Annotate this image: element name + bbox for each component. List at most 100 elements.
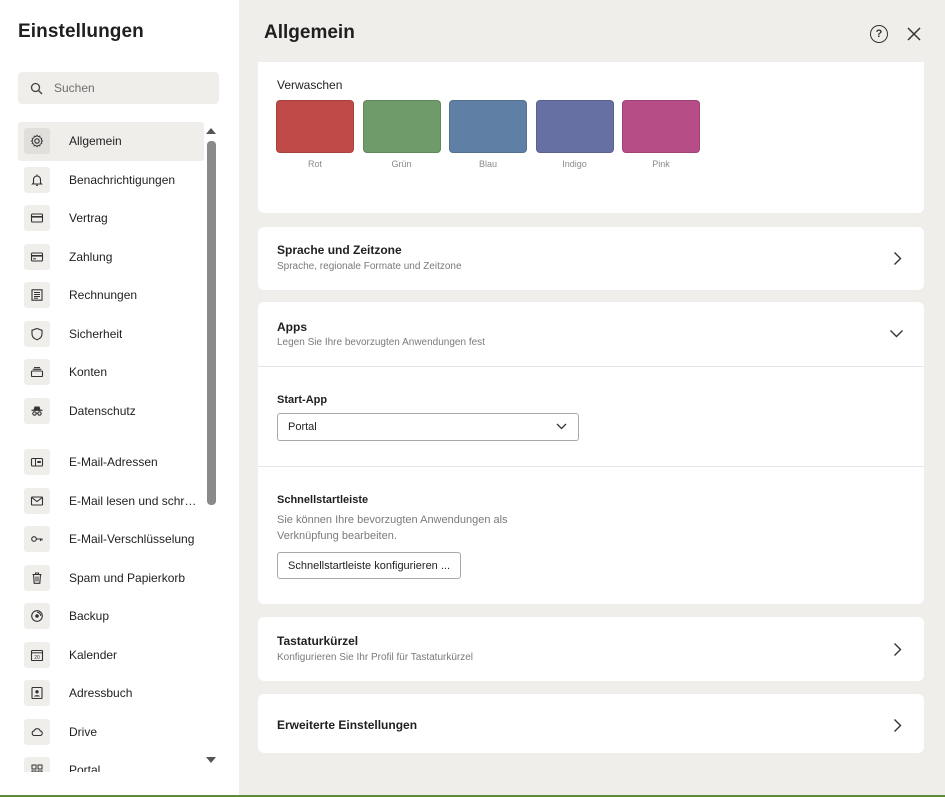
sidebar-item-spam[interactable]: Spam und Papierkorb — [18, 559, 204, 598]
start-app-select[interactable]: Portal — [277, 413, 579, 441]
swatch-color — [535, 100, 614, 153]
settings-nav: Allgemein Benachrichtigungen Vertrag Zah… — [18, 122, 204, 772]
start-app-value: Portal — [288, 421, 317, 433]
sidebar-item-allgemein[interactable]: Allgemein — [18, 122, 204, 161]
chevron-down-icon — [556, 423, 567, 430]
sidebar-item-label: Datenschutz — [69, 403, 136, 418]
chevron-down-icon[interactable] — [889, 329, 904, 338]
credit-card-icon — [24, 243, 50, 270]
sidebar-item-backup[interactable]: Backup — [18, 597, 204, 636]
sidebar: Einstellungen Allgemein Benachrichtigung… — [0, 0, 239, 795]
stack-icon — [24, 359, 50, 386]
sidebar-item-label: Backup — [69, 609, 110, 624]
sidebar-item-adressbuch[interactable]: Adressbuch — [18, 674, 204, 713]
swatch-color — [449, 100, 527, 153]
swatch-label: Blau — [478, 159, 497, 169]
trash-icon — [24, 564, 50, 591]
envelope-icon — [24, 487, 50, 514]
close-icon[interactable] — [906, 26, 922, 42]
swatch-label: Indigo — [562, 159, 587, 169]
configure-quicklaunch-button[interactable]: Schnellstartleiste konfigurieren ... — [277, 552, 462, 579]
start-app-label: Start-App — [277, 394, 328, 406]
apps-title: Apps — [277, 320, 307, 334]
swatch-label: Rot — [307, 159, 322, 169]
settings-window: Einstellungen Allgemein Benachrichtigung… — [0, 0, 945, 795]
sidebar-item-zahlung[interactable]: Zahlung — [18, 238, 204, 277]
sidebar-item-email-lesen[interactable]: E-Mail lesen und schreiben — [18, 482, 204, 521]
scroll-up-arrow[interactable] — [206, 128, 216, 134]
apps-subtitle: Legen Sie Ihre bevorzugten Anwendungen f… — [277, 337, 485, 348]
sidebar-item-rechnungen[interactable]: Rechnungen — [18, 276, 204, 315]
swatch-blau[interactable]: Blau — [449, 100, 527, 169]
sidebar-item-drive[interactable]: Drive — [18, 713, 204, 752]
help-icon[interactable]: ? — [870, 25, 888, 43]
sidebar-item-email-verschluesselung[interactable]: E-Mail-Verschlüsselung — [18, 520, 204, 559]
grid-icon — [24, 757, 50, 772]
sidebar-item-portal[interactable]: Portal — [18, 751, 204, 772]
sidebar-item-label: Adressbuch — [69, 686, 133, 701]
search-box[interactable] — [18, 72, 219, 104]
sidebar-item-vertrag[interactable]: Vertrag — [18, 199, 204, 238]
divider — [258, 466, 924, 467]
key-icon — [24, 526, 50, 553]
swatch-label: Pink — [652, 159, 670, 169]
theme-colors-card: Verwaschen Rot Grün Blau Indigo Pink — [258, 62, 924, 213]
sidebar-item-label: Sicherheit — [69, 326, 123, 341]
sidebar-item-sicherheit[interactable]: Sicherheit — [18, 315, 204, 354]
invoice-icon — [24, 282, 50, 309]
contact-book-icon — [24, 680, 50, 707]
sidebar-item-benachrichtigungen[interactable]: Benachrichtigungen — [18, 161, 204, 200]
sidebar-item-label: Portal — [69, 763, 101, 772]
chevron-right-icon — [894, 719, 902, 732]
backup-icon — [24, 603, 50, 630]
svg-text:20: 20 — [34, 655, 40, 661]
sidebar-title: Einstellungen — [18, 21, 144, 42]
row-subtitle: Sprache, regionale Formate und Zeitzone — [277, 261, 462, 272]
schnellstart-description: Sie können Ihre bevorzugten Anwendungen … — [277, 514, 508, 542]
search-icon — [30, 82, 43, 94]
row-title: Sprache und Zeitzone — [277, 243, 402, 257]
sidebar-item-label: E-Mail-Adressen — [69, 455, 158, 470]
shield-icon — [24, 320, 50, 347]
divider — [258, 366, 924, 367]
sidebar-item-label: E-Mail-Verschlüsselung — [69, 532, 195, 547]
scrollbar-thumb[interactable] — [207, 141, 216, 505]
bell-icon — [24, 166, 50, 193]
calendar-icon: 20 — [24, 641, 50, 668]
gear-icon — [24, 128, 50, 155]
schnellstart-label: Schnellstartleiste — [277, 494, 369, 506]
sidebar-item-kalender[interactable]: 20 Kalender — [18, 636, 204, 675]
chevron-right-icon — [894, 252, 902, 265]
swatch-label: Grün — [391, 159, 412, 169]
row-title: Erweiterte Einstellungen — [277, 718, 418, 732]
swatch-color — [276, 100, 354, 153]
keyboard-shortcuts-row[interactable]: Tastaturkürzel Konfigurieren Sie Ihr Pro… — [258, 617, 924, 681]
sidebar-item-label: Drive — [69, 724, 98, 739]
section-label: Verwaschen — [277, 78, 343, 92]
incognito-icon — [24, 397, 50, 424]
mailbox-icon — [24, 449, 50, 476]
sidebar-item-label: Kalender — [69, 647, 118, 662]
sidebar-item-datenschutz[interactable]: Datenschutz — [18, 392, 204, 431]
scroll-down-arrow[interactable] — [206, 757, 216, 763]
sidebar-item-label: Konten — [69, 365, 108, 380]
color-swatches: Rot Grün Blau Indigo Pink — [276, 100, 709, 169]
sidebar-item-label: Benachrichtigungen — [69, 172, 176, 187]
swatch-color — [622, 100, 700, 153]
sidebar-item-label: Allgemein — [69, 134, 122, 149]
swatch-indigo[interactable]: Indigo — [535, 100, 614, 169]
sidebar-item-email-adressen[interactable]: E-Mail-Adressen — [18, 443, 204, 482]
swatch-rot[interactable]: Rot — [276, 100, 354, 169]
sidebar-item-label: Zahlung — [69, 249, 113, 264]
swatch-gruen[interactable]: Grün — [362, 100, 441, 169]
swatch-pink[interactable]: Pink — [622, 100, 700, 169]
search-input[interactable] — [54, 81, 204, 95]
sidebar-item-konten[interactable]: Konten — [18, 353, 204, 392]
advanced-settings-row[interactable]: Erweiterte Einstellungen — [258, 694, 924, 753]
sidebar-item-label: E-Mail lesen und schreiben — [69, 493, 201, 508]
language-timezone-row[interactable]: Sprache und Zeitzone Sprache, regionale … — [258, 227, 924, 290]
sidebar-item-label: Rechnungen — [69, 288, 138, 303]
chevron-right-icon — [894, 643, 902, 656]
sidebar-item-label: Vertrag — [69, 211, 108, 226]
card-icon — [24, 205, 50, 232]
